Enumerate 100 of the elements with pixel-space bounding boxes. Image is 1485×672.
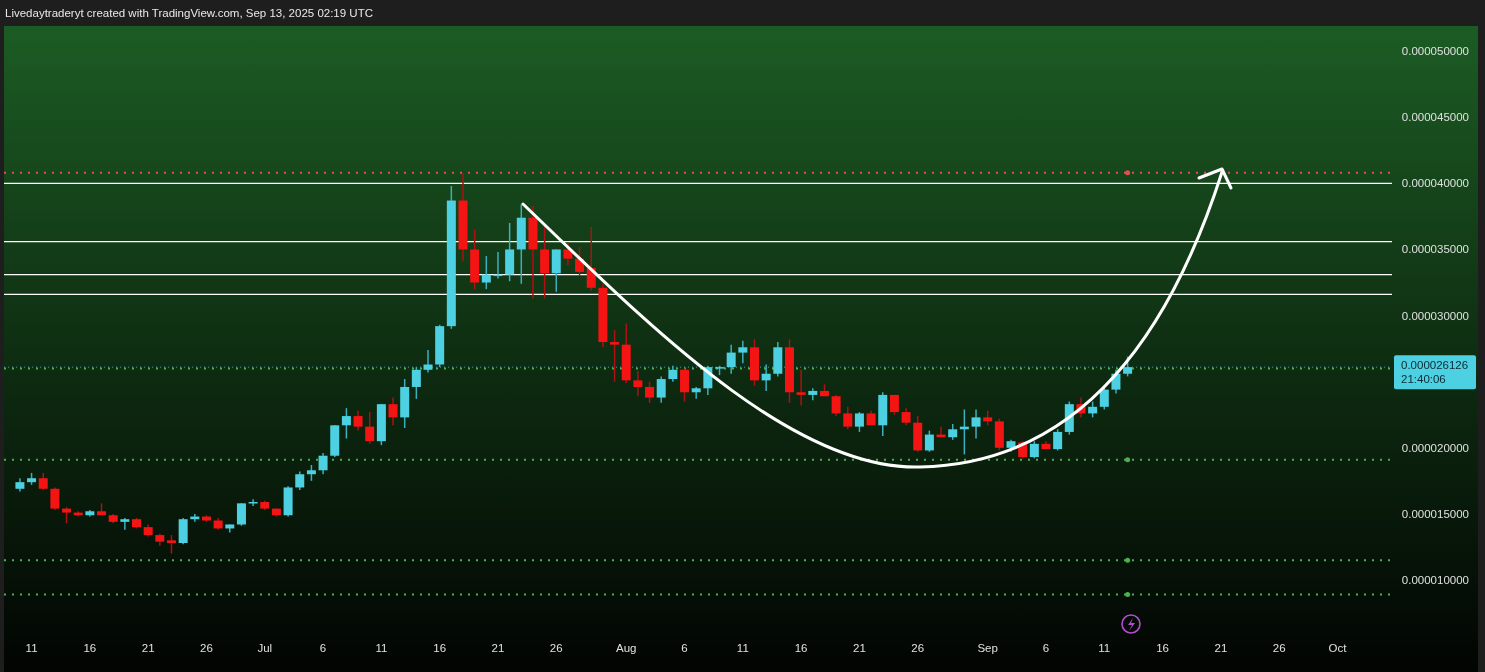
price-axis-label: 0.000045000 xyxy=(1401,111,1469,124)
time-axis-label: 11 xyxy=(1098,642,1111,654)
candlestick xyxy=(306,464,316,482)
candlestick xyxy=(505,222,515,282)
candlestick xyxy=(1006,439,1016,453)
candlestick xyxy=(120,517,130,531)
horizontal-line[interactable] xyxy=(3,293,1393,296)
candlestick xyxy=(283,485,293,518)
candlestick xyxy=(621,322,631,384)
time-axis-label: Sep xyxy=(977,642,998,654)
candlestick xyxy=(330,424,340,458)
countdown-text: 21:40:06 xyxy=(1401,373,1446,386)
price-axis-label: 0.000015000 xyxy=(1401,507,1469,520)
candlestick xyxy=(271,507,281,518)
price-axis-label: 0.000040000 xyxy=(1401,177,1469,190)
candlestick xyxy=(423,349,433,374)
candlestick xyxy=(1029,440,1039,460)
candlestick xyxy=(808,387,818,401)
dotted-level-line[interactable] xyxy=(3,367,1393,370)
candlestick xyxy=(108,513,118,524)
candlestick xyxy=(376,403,386,446)
dotted-level-line[interactable] xyxy=(3,458,1393,461)
candlestick xyxy=(633,370,643,397)
candlestick xyxy=(819,383,829,397)
candlestick xyxy=(143,523,153,538)
candlestick xyxy=(796,369,806,407)
candlestick xyxy=(866,410,876,427)
candlestick xyxy=(248,498,258,507)
time-axis-label: 21 xyxy=(1214,642,1228,654)
dotted-level-line[interactable] xyxy=(3,171,1393,174)
price-axis-label: 0.000035000 xyxy=(1401,243,1469,256)
candlestick xyxy=(38,472,48,491)
time-axis-label: Jul xyxy=(257,642,273,654)
candlestick xyxy=(971,408,981,440)
time-axis-label: 6 xyxy=(1042,642,1050,654)
candlestick xyxy=(190,513,200,523)
price-axis-label: 0.000050000 xyxy=(1401,45,1469,58)
time-axis-label: 11 xyxy=(736,642,749,654)
candlestick xyxy=(610,329,620,383)
candlestick xyxy=(50,486,60,511)
attribution-text: Livedaytraderyt created with TradingView.com, Sep 13, 2025 02:19 UTC xyxy=(5,7,373,19)
candlestick xyxy=(854,411,864,433)
candlestick xyxy=(132,517,141,530)
level-marker-dot xyxy=(1125,170,1131,176)
candlestick xyxy=(27,472,37,486)
candlestick xyxy=(97,502,107,516)
candlestick xyxy=(645,380,655,404)
candlestick xyxy=(341,407,351,440)
candlestick xyxy=(901,407,911,427)
lightning-icon[interactable] xyxy=(1121,614,1141,634)
candlestick xyxy=(167,534,176,555)
candlestick xyxy=(178,517,188,546)
level-marker-dot xyxy=(1125,592,1131,598)
candlestick xyxy=(668,365,678,383)
time-axis-label: 6 xyxy=(319,642,327,654)
candlestick xyxy=(936,425,946,438)
current-price-text: 0.000026126 xyxy=(1401,359,1469,372)
curved-arrow[interactable] xyxy=(521,167,1233,469)
candlestick xyxy=(85,509,95,518)
candlestick xyxy=(15,477,25,493)
time-axis-label: 21 xyxy=(853,642,866,654)
level-marker-dot xyxy=(1125,457,1131,463)
candlestick xyxy=(213,517,223,531)
dotted-level-line[interactable] xyxy=(3,559,1393,562)
horizontal-line[interactable] xyxy=(3,240,1393,243)
candlestick xyxy=(843,406,853,431)
time-axis-label: 26 xyxy=(200,642,213,654)
candlestick xyxy=(155,533,165,547)
dotted-level-line[interactable] xyxy=(3,593,1393,596)
candlestick xyxy=(493,251,503,280)
candlestick xyxy=(656,375,666,404)
price-axis-label: 0.000030000 xyxy=(1401,309,1469,322)
candlestick xyxy=(598,283,608,349)
candlestick xyxy=(353,410,363,432)
candlestick xyxy=(1076,396,1086,419)
candlestick xyxy=(1041,440,1051,450)
candlestick xyxy=(750,338,759,387)
horizontal-line[interactable] xyxy=(3,273,1393,276)
candlestick xyxy=(1018,440,1028,460)
candlestick xyxy=(738,339,748,364)
candlestick xyxy=(1088,400,1098,419)
candlestick xyxy=(295,470,305,491)
time-axis-label: 16 xyxy=(83,642,97,654)
time-axis-label: 16 xyxy=(794,642,808,654)
time-axis-label: 26 xyxy=(1272,642,1286,654)
candlestick xyxy=(260,499,270,511)
time-axis-label: Oct xyxy=(1328,642,1347,654)
price-axis-label: 0.000020000 xyxy=(1401,441,1469,454)
candlestick xyxy=(563,242,573,267)
time-axis-label: 11 xyxy=(375,642,388,654)
candlestick xyxy=(388,396,398,427)
time-axis-label: 16 xyxy=(433,642,447,654)
time-axis-label: 16 xyxy=(1156,642,1169,654)
time-axis-label: 26 xyxy=(549,642,563,654)
candlestick xyxy=(201,514,211,523)
time-axis-label: 21 xyxy=(141,642,155,654)
candlestick xyxy=(318,452,328,475)
candlestick xyxy=(831,394,841,417)
level-marker-dot xyxy=(1125,557,1131,563)
candlestick xyxy=(1111,369,1121,395)
